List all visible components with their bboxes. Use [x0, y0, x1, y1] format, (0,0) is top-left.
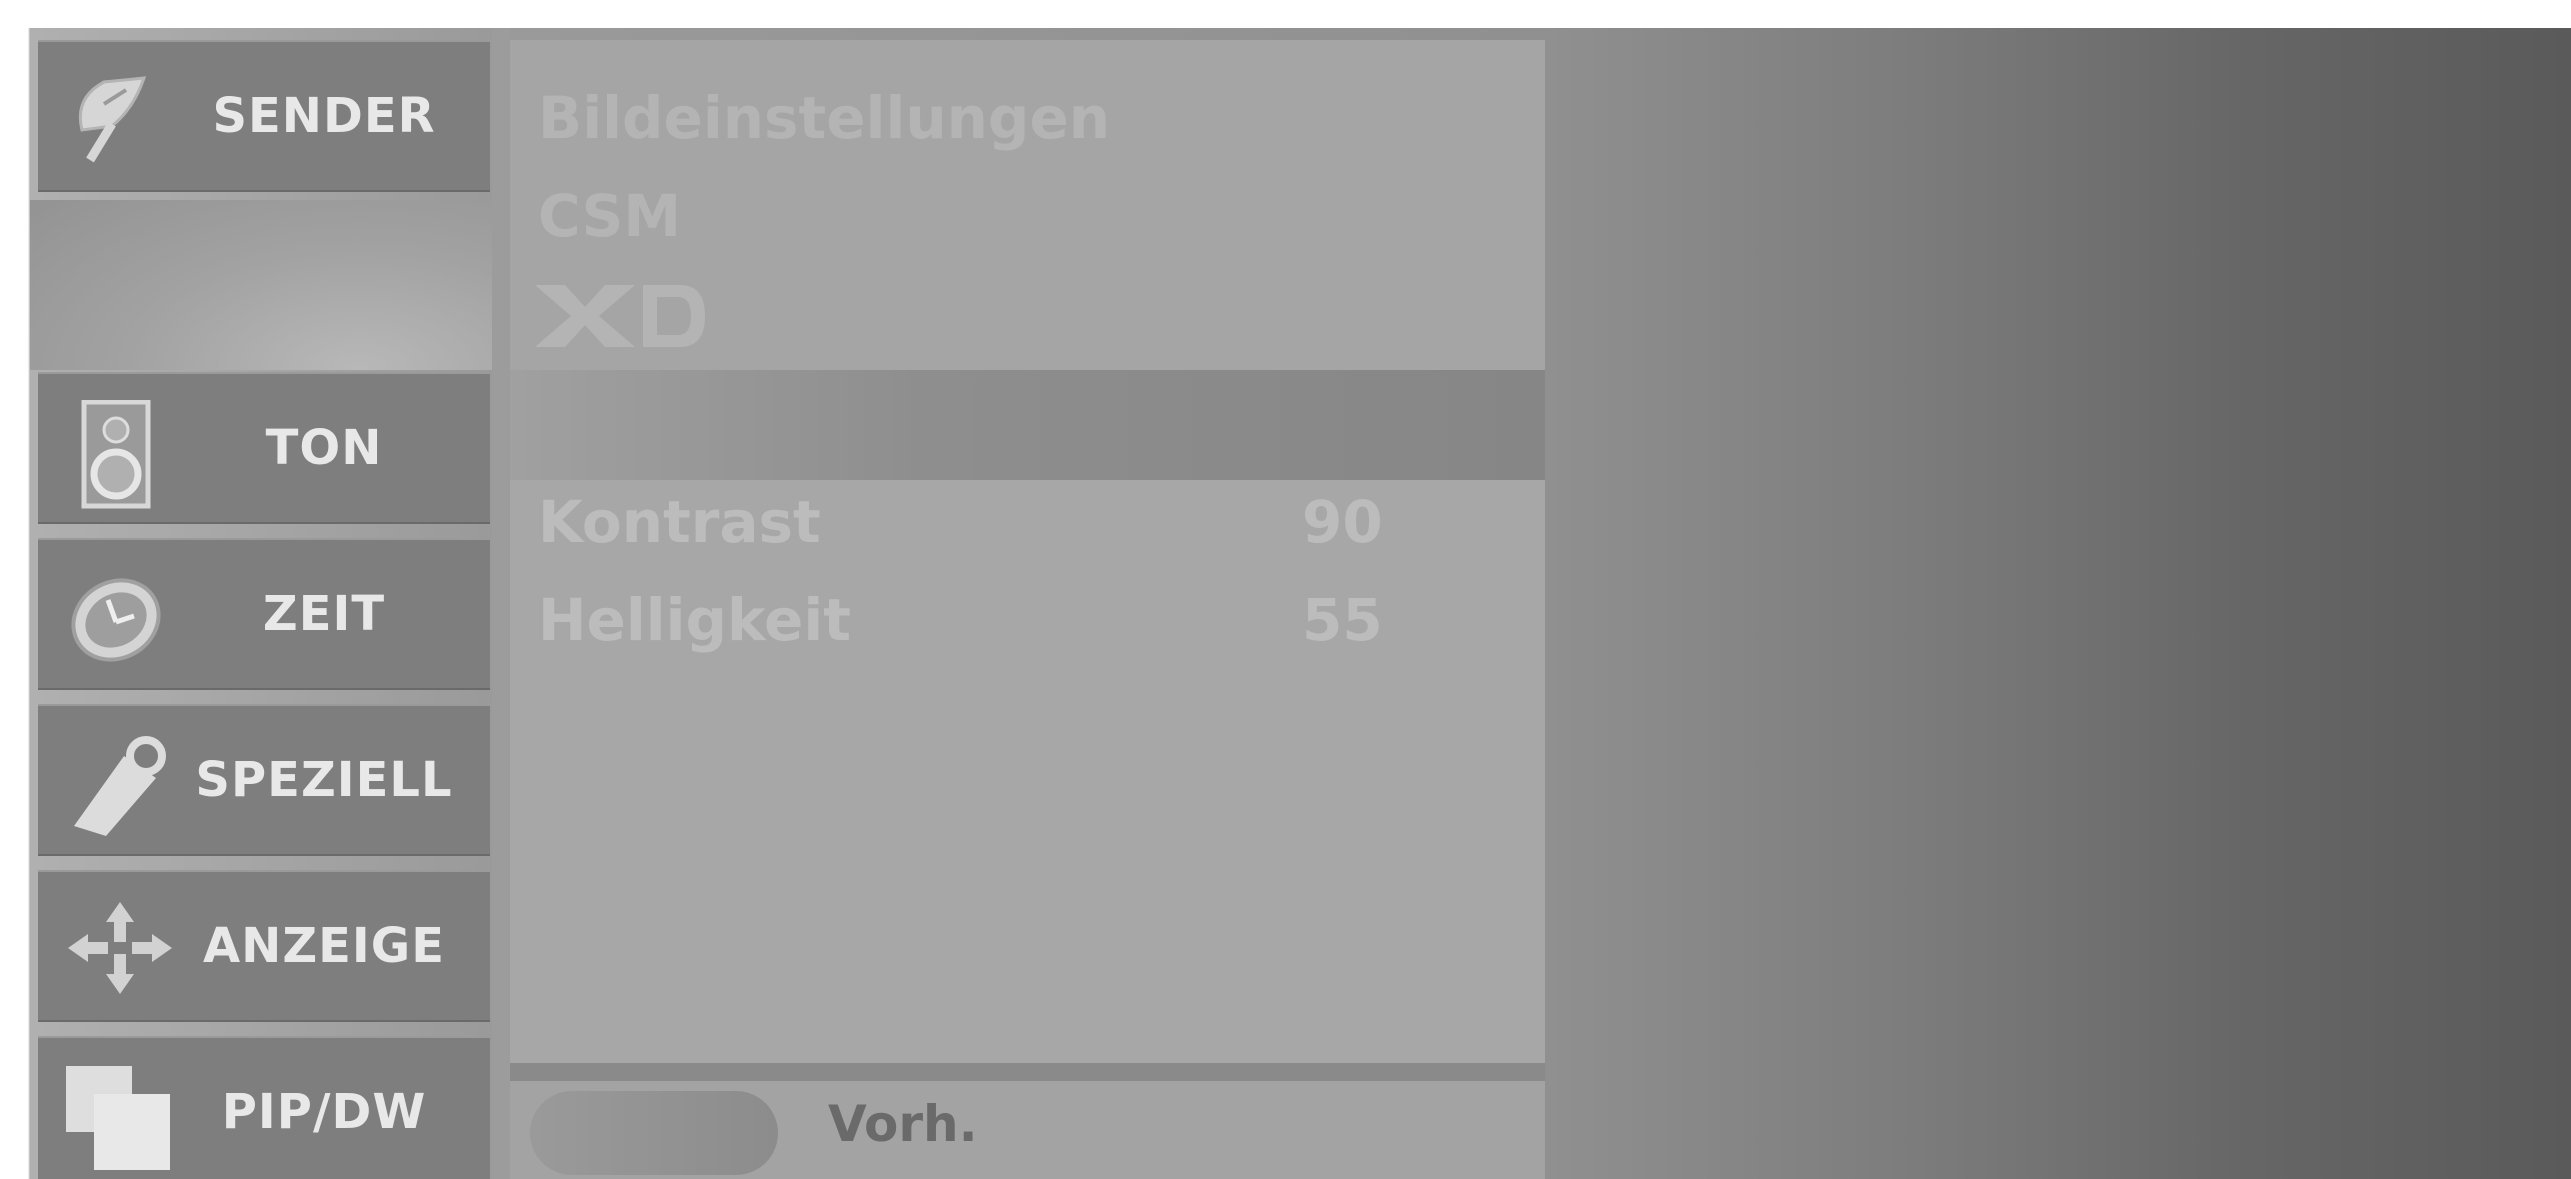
- menu-label: TON: [265, 420, 383, 476]
- pip-icon: [64, 1064, 170, 1170]
- option-contrast-label[interactable]: Kontrast: [538, 488, 821, 556]
- menu-item-anzeige[interactable]: ANZEIGE: [38, 870, 490, 1022]
- menu-label: SPEZIELL: [195, 752, 453, 808]
- menu-label: PIP/DW: [221, 1084, 427, 1140]
- speaker-icon: [64, 399, 164, 509]
- xd-logo[interactable]: [535, 285, 705, 347]
- menu-label: ZEIT: [262, 586, 386, 642]
- menu-item-speziell[interactable]: SPEZIELL: [38, 704, 490, 856]
- selection-band: [510, 370, 1545, 480]
- option-brightness-label[interactable]: Helligkeit: [538, 586, 851, 654]
- menu-label: SENDER: [212, 88, 436, 144]
- previous-button[interactable]: [530, 1091, 778, 1175]
- satellite-dish-icon: [64, 68, 164, 168]
- menu-entry-picture-settings[interactable]: Bildeinstellungen: [538, 84, 1110, 152]
- option-contrast-value: 90: [1302, 488, 1383, 556]
- menu-separator: [492, 28, 510, 1179]
- menu-item-pip-dw[interactable]: PIP/DW: [38, 1036, 490, 1179]
- option-brightness-value: 55: [1302, 586, 1383, 654]
- picture-menu-options: [510, 480, 1545, 1063]
- move-arrows-icon: [64, 898, 172, 998]
- menu-entry-csm[interactable]: CSM: [538, 182, 681, 250]
- panel-separator: [510, 1063, 1545, 1081]
- tag-icon: [64, 732, 166, 836]
- clock-icon: [64, 566, 164, 666]
- menu-gap: [30, 200, 500, 370]
- tv-osd-screen: SENDER TON ZEIT SPEZIELL ANZEIGE PIP/DW …: [0, 0, 2571, 1179]
- previous-label: Vorh.: [828, 1095, 978, 1153]
- menu-item-ton[interactable]: TON: [38, 372, 490, 524]
- menu-item-sender[interactable]: SENDER: [38, 40, 490, 192]
- menu-item-zeit[interactable]: ZEIT: [38, 538, 490, 690]
- menu-label: ANZEIGE: [203, 918, 445, 974]
